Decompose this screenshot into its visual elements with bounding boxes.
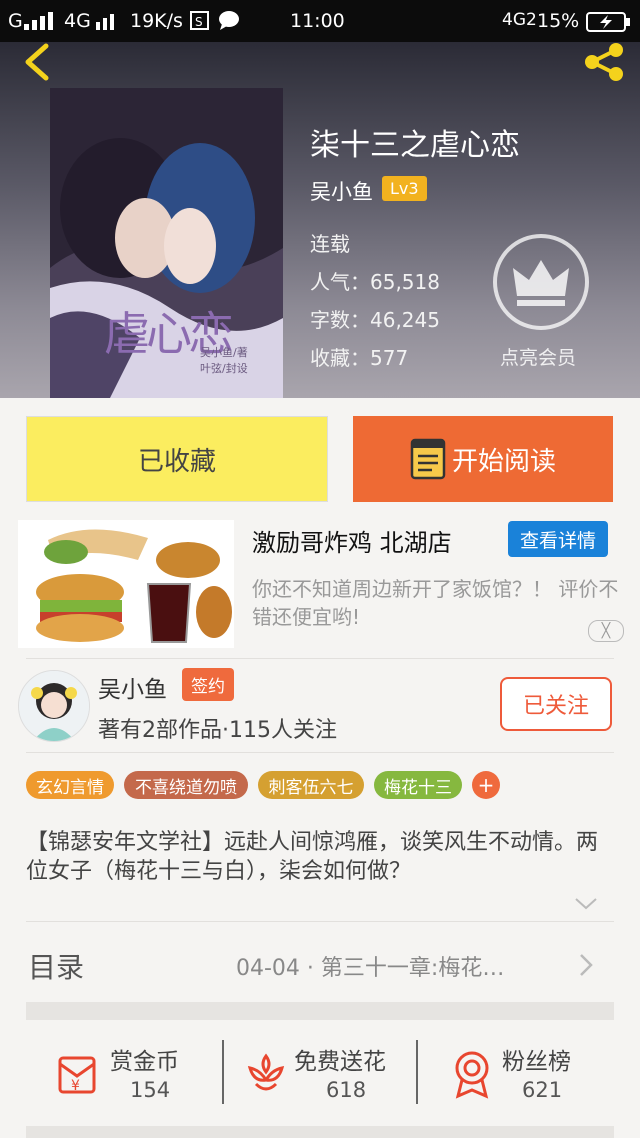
book-synopsis: 【锦瑟安年文学社】远赴人间惊鸿雁，谈笑风生不动情。两位女子（梅花十三与白），柒会… xyxy=(26,830,599,884)
stat-value: 621 xyxy=(522,1078,563,1102)
book-header: 虐心恋 吴小鱼/著 叶弦/封设 柒十三之虐心恋 吴小鱼 Lv3 连载 人气：65… xyxy=(0,42,640,398)
divider xyxy=(26,921,614,922)
speed-label: 19K/s xyxy=(130,10,183,32)
member-button[interactable] xyxy=(493,234,589,330)
ad-close-button[interactable]: ╳ xyxy=(588,620,624,642)
book-author[interactable]: 吴小鱼 xyxy=(310,176,373,206)
book-word-count: 字数：46,245 xyxy=(310,308,440,332)
author-avatar[interactable] xyxy=(18,670,90,742)
author-stats: 著有2部作品·115人关注 xyxy=(98,718,337,743)
book-favorites: 收藏：577 xyxy=(310,346,409,370)
svg-text:S: S xyxy=(195,15,203,29)
add-tag-button[interactable]: + xyxy=(472,771,500,799)
book-icon xyxy=(410,438,446,480)
battery-label: 15% xyxy=(537,10,580,32)
signed-badge: 签约 xyxy=(182,668,234,701)
tag-chip[interactable]: 梅花十三 xyxy=(374,771,462,799)
ad-image[interactable] xyxy=(18,520,234,648)
favorited-label: 已收藏 xyxy=(137,446,216,477)
carrier-label: G xyxy=(8,10,23,32)
author-card-name[interactable]: 吴小鱼 xyxy=(98,670,167,704)
medal-icon xyxy=(455,1051,489,1099)
back-arrow-icon[interactable] xyxy=(18,42,58,82)
stat-value: 618 xyxy=(326,1078,367,1102)
message-icon xyxy=(219,11,239,30)
divider xyxy=(26,658,614,659)
stat-value: 154 xyxy=(130,1078,171,1102)
stat-label: 免费送花 xyxy=(294,1049,386,1075)
cover-author: 吴小鱼/著 xyxy=(200,346,248,359)
member-label[interactable]: 点亮会员 xyxy=(500,343,576,370)
clock: 11:00 xyxy=(290,10,345,32)
start-reading-label: 开始阅读 xyxy=(451,446,556,477)
favorited-button[interactable]: 已收藏 xyxy=(26,416,328,502)
stat-label: 赏金币 xyxy=(110,1049,179,1075)
chevron-down-icon[interactable] xyxy=(574,896,598,912)
tag-chip[interactable]: 玄幻言情 xyxy=(26,771,114,799)
catalog-latest-chapter: 04-04 · 第三十一章:梅花… xyxy=(236,956,505,981)
following-button[interactable]: 已关注 xyxy=(500,677,612,731)
crown-icon xyxy=(513,260,569,306)
red-envelope-icon: ¥ xyxy=(58,1056,96,1094)
author-level-badge: Lv3 xyxy=(382,176,427,201)
tag-chip[interactable]: 不喜绕道勿喷 xyxy=(124,771,248,799)
section-spacer xyxy=(26,1126,614,1138)
cover-designer: 叶弦/封设 xyxy=(200,362,248,375)
ad-details-button[interactable]: 查看详情 xyxy=(508,521,608,557)
start-reading-button[interactable]: 开始阅读 xyxy=(353,416,613,502)
avatar-image xyxy=(19,671,89,741)
book-cover[interactable]: 虐心恋 吴小鱼/著 叶弦/封设 xyxy=(50,88,283,398)
battery-icon xyxy=(586,12,630,32)
chevron-right-icon xyxy=(580,954,593,976)
sim-icon: S xyxy=(190,11,209,30)
network-label: 4G xyxy=(64,10,91,32)
book-status: 连载 xyxy=(310,232,350,256)
ad-description: 你还不知道周边新开了家饭馆？！ 评价不错还便宜哟! xyxy=(252,577,619,629)
tag-chip[interactable]: 刺客伍六七 xyxy=(258,771,364,799)
book-title: 柒十三之虐心恋 xyxy=(310,128,520,163)
stat-label: 粉丝榜 xyxy=(502,1049,571,1075)
network2-label: 4G2 xyxy=(502,10,537,30)
signal-icon-2 xyxy=(96,14,114,30)
share-icon[interactable] xyxy=(580,42,628,82)
flower-icon xyxy=(247,1053,285,1091)
signal-icon xyxy=(24,12,53,30)
catalog-label: 目录 xyxy=(28,951,85,984)
section-spacer xyxy=(26,1002,614,1020)
svg-text:¥: ¥ xyxy=(71,1078,80,1094)
book-popularity: 人气：65,518 xyxy=(310,270,440,294)
status-bar: G 4G 19K/s S 11:00 4G2 15% xyxy=(0,0,640,42)
fried-chicken-image xyxy=(18,520,234,648)
catalog-row[interactable]: 目录 04-04 · 第三十一章:梅花… xyxy=(0,930,640,1000)
ad-title[interactable]: 激励哥炸鸡 北湖店 xyxy=(252,523,452,558)
divider xyxy=(26,752,614,753)
